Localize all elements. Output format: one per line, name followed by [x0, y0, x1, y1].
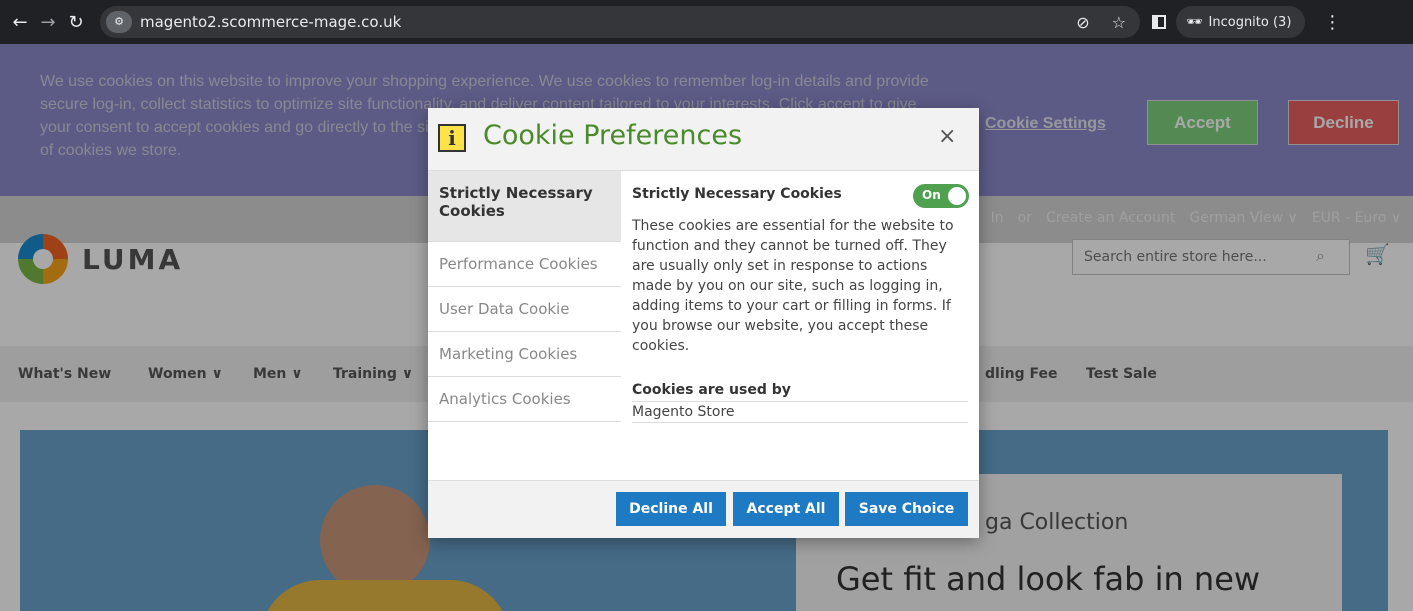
back-arrow-icon[interactable]: ←	[6, 12, 34, 33]
cookie-category-tabs: Strictly Necessary Cookies Performance C…	[428, 171, 621, 480]
browser-toolbar: ← → ↻ ⚙ magento2.scommerce-mage.co.uk ⊘ …	[0, 0, 1413, 44]
section-description: These cookies are essential for the webs…	[632, 218, 954, 354]
cookie-toggle[interactable]: On	[913, 184, 969, 208]
tab-analytics[interactable]: Analytics Cookies	[428, 377, 621, 422]
side-panel-icon[interactable]	[1152, 15, 1166, 29]
tab-performance[interactable]: Performance Cookies	[428, 242, 621, 287]
tab-user-data[interactable]: User Data Cookie	[428, 287, 621, 332]
modal-title: Cookie Preferences	[483, 120, 743, 151]
site-info-icon[interactable]: ⚙	[106, 11, 132, 33]
toggle-knob	[948, 187, 966, 205]
used-by-title: Cookies are used by	[632, 382, 968, 402]
decline-all-button[interactable]: Decline All	[616, 492, 726, 526]
url-text: magento2.scommerce-mage.co.uk	[140, 13, 402, 31]
eye-off-icon[interactable]: ⊘	[1076, 13, 1089, 32]
tab-marketing[interactable]: Marketing Cookies	[428, 332, 621, 377]
incognito-icon: 🕶	[1186, 14, 1203, 30]
forward-arrow-icon[interactable]: →	[34, 12, 62, 33]
tab-content: Strictly Necessary Cookies On These cook…	[632, 184, 969, 423]
info-icon: i	[438, 124, 466, 152]
toggle-label: On	[922, 188, 941, 202]
cookie-preferences-modal: i Cookie Preferences × Strictly Necessar…	[428, 108, 979, 538]
reload-icon[interactable]: ↻	[62, 12, 90, 33]
incognito-label: Incognito (3)	[1208, 14, 1292, 30]
star-icon[interactable]: ☆	[1112, 13, 1126, 32]
incognito-badge[interactable]: 🕶 Incognito (3)	[1176, 6, 1306, 38]
close-icon[interactable]: ×	[938, 124, 956, 149]
address-bar[interactable]: ⚙ magento2.scommerce-mage.co.uk ⊘ ☆	[100, 6, 1140, 38]
tab-strictly-necessary[interactable]: Strictly Necessary Cookies	[428, 171, 621, 242]
more-vert-icon[interactable]: ⋮	[1323, 12, 1341, 33]
used-by-value: Magento Store	[632, 402, 968, 423]
modal-header: i Cookie Preferences ×	[428, 108, 979, 171]
modal-footer: Decline All Accept All Save Choice	[428, 480, 979, 538]
save-choice-button[interactable]: Save Choice	[845, 492, 968, 526]
accept-all-button[interactable]: Accept All	[733, 492, 839, 526]
